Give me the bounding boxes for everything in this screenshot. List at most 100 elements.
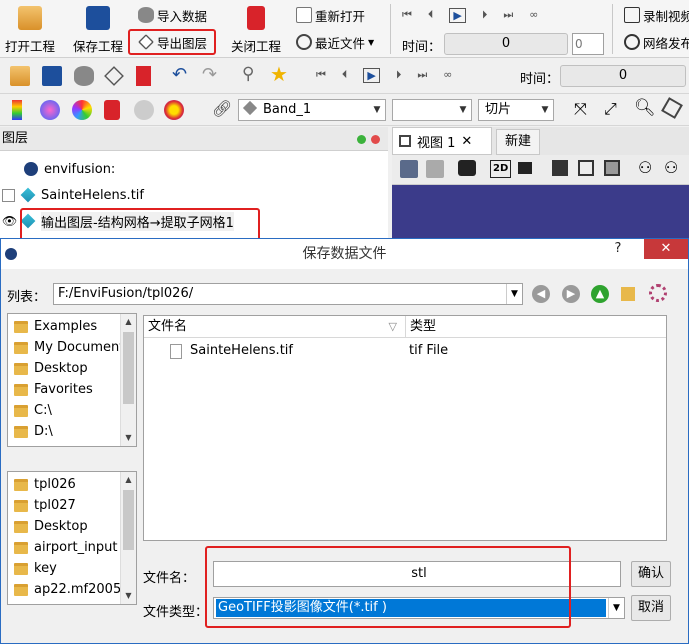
scroll-up-icon[interactable]: ▲ bbox=[121, 472, 136, 488]
group-icon[interactable]: ⚇ bbox=[664, 158, 678, 177]
record-video-button[interactable]: 录制视频 bbox=[624, 5, 689, 25]
time-index-spinbox[interactable]: 0 bbox=[572, 33, 604, 55]
new-folder-icon[interactable] bbox=[621, 287, 635, 301]
close-icon[interactable]: ✕ bbox=[461, 134, 472, 149]
col-header-filename[interactable]: 文件名 ▽ bbox=[144, 316, 406, 338]
zoom-search-icon[interactable]: 🔍︎ bbox=[634, 98, 656, 118]
zoom-extent-icon[interactable]: ⤢ bbox=[604, 99, 617, 119]
settings-gear-icon[interactable] bbox=[649, 284, 667, 302]
save-icon[interactable] bbox=[42, 66, 62, 86]
save-project-button[interactable]: 保存工程 bbox=[70, 4, 126, 55]
table-row[interactable]: SainteHelens.tif tif File bbox=[144, 340, 666, 362]
reopen-button[interactable]: 重新打开 bbox=[296, 5, 365, 25]
export-layer-icon[interactable] bbox=[104, 66, 124, 86]
undo-icon[interactable]: ↶ bbox=[172, 64, 187, 85]
tab-new[interactable]: 新建 bbox=[496, 129, 540, 155]
cube-view-icon[interactable] bbox=[661, 97, 683, 119]
cancel-button[interactable]: 取消 bbox=[631, 595, 671, 621]
float-panel-icon[interactable] bbox=[357, 135, 366, 144]
band-select[interactable]: Band_1 ▼ bbox=[238, 99, 386, 121]
color-wheel-icon[interactable] bbox=[72, 100, 92, 120]
open-project-button[interactable]: 打开工程 bbox=[2, 4, 58, 55]
list-item[interactable]: Examples bbox=[14, 316, 97, 337]
list-item[interactable]: tpl026 bbox=[14, 474, 76, 495]
last-frame-icon[interactable]: ⏭ bbox=[503, 8, 513, 23]
list-item[interactable]: tpl027 bbox=[14, 495, 76, 516]
close-project-button[interactable]: 关闭工程 bbox=[228, 4, 284, 55]
first-frame-icon[interactable]: ⏮ bbox=[402, 8, 412, 23]
loop-icon[interactable]: ∞ bbox=[529, 8, 538, 23]
star-icon[interactable]: ★ bbox=[270, 62, 288, 86]
redo-icon[interactable]: ↷ bbox=[202, 64, 217, 85]
list-item[interactable]: My Documents bbox=[14, 337, 131, 358]
list-item[interactable]: Desktop bbox=[14, 358, 88, 379]
prev-frame-icon[interactable]: ⏴ bbox=[428, 8, 434, 23]
list-item[interactable]: Favorites bbox=[14, 379, 93, 400]
loop-icon[interactable]: ∞ bbox=[443, 68, 452, 83]
close-project-icon[interactable] bbox=[136, 66, 151, 86]
filename-input[interactable]: stl bbox=[213, 561, 621, 587]
forward-icon[interactable]: ▶ bbox=[562, 285, 580, 303]
next-frame-icon[interactable]: ⏵ bbox=[482, 8, 488, 23]
col-header-type[interactable]: 类型 bbox=[406, 316, 666, 338]
time-value-toolbar-field[interactable]: 0 bbox=[560, 65, 686, 87]
parent-dir-icon[interactable]: ▲ bbox=[591, 285, 609, 303]
scroll-down-icon[interactable]: ▼ bbox=[121, 430, 136, 446]
tab-view1[interactable]: 视图 1 ✕ bbox=[392, 127, 492, 155]
layer-item[interactable]: SainteHelens.tif bbox=[2, 183, 144, 207]
pin-icon[interactable]: ⚲ bbox=[242, 64, 254, 84]
camera-forward-icon[interactable] bbox=[426, 160, 444, 178]
eye-icon[interactable]: 👁︎ bbox=[2, 214, 17, 228]
filetype-select[interactable]: GeoTIFF投影图像文件(*.tif ) ▼ bbox=[213, 597, 625, 619]
layer-visibility-checkbox[interactable] bbox=[2, 188, 15, 202]
link-icon[interactable]: 🔗︎ bbox=[212, 99, 232, 118]
back-icon[interactable]: ◀ bbox=[532, 285, 550, 303]
play-icon[interactable]: ▶ bbox=[449, 8, 466, 23]
eye-color-icon[interactable] bbox=[164, 100, 184, 120]
2d-mode-icon[interactable]: 2D bbox=[490, 160, 512, 178]
screenshot-icon[interactable] bbox=[458, 160, 476, 176]
recent-files-button[interactable]: 最近文件 ▼ bbox=[296, 32, 374, 52]
opacity-icon[interactable] bbox=[134, 100, 154, 120]
maximize-view-icon[interactable] bbox=[604, 160, 620, 176]
split-icon[interactable] bbox=[552, 160, 568, 176]
first-frame-icon[interactable]: ⏮ bbox=[316, 68, 326, 83]
list-item[interactable]: key bbox=[14, 558, 57, 579]
list-item[interactable]: ap22.mf2005 bbox=[14, 579, 121, 600]
next-frame-icon[interactable]: ⏵ bbox=[396, 68, 402, 83]
layer-item[interactable]: envifusion: bbox=[24, 157, 115, 181]
close-panel-icon[interactable] bbox=[371, 135, 380, 144]
zoom-fit-icon[interactable]: ⤧ bbox=[574, 99, 587, 119]
prev-frame-icon[interactable]: ⏴ bbox=[342, 68, 348, 83]
network-publish-button[interactable]: 网络发布 bbox=[624, 32, 689, 52]
list-item[interactable]: C:\ bbox=[14, 400, 52, 421]
ok-button[interactable]: 确认 bbox=[631, 561, 671, 587]
open-icon[interactable] bbox=[10, 66, 30, 86]
list-item[interactable]: airport_input bbox=[14, 537, 118, 558]
list-item[interactable]: D:\ bbox=[14, 421, 53, 442]
import-data-button[interactable]: 导入数据 bbox=[138, 5, 207, 25]
path-combobox[interactable]: F:/EnviFusion/tpl026/ ▼ bbox=[53, 283, 523, 305]
camera-back-icon[interactable] bbox=[400, 160, 418, 178]
recent-dirs-scrollbar[interactable]: ▲ ▼ bbox=[120, 472, 136, 604]
close-button[interactable]: ✕ bbox=[644, 239, 688, 259]
component-select[interactable]: ▼ bbox=[392, 99, 472, 121]
scroll-thumb[interactable] bbox=[123, 490, 134, 550]
video-icon[interactable] bbox=[518, 162, 532, 174]
time-value-field[interactable]: 0 bbox=[444, 33, 568, 55]
scroll-down-icon[interactable]: ▼ bbox=[121, 588, 136, 604]
split-vertical-icon[interactable] bbox=[578, 160, 594, 176]
lock-icon[interactable] bbox=[104, 100, 120, 120]
export-layer-button[interactable]: 导出图层 bbox=[138, 32, 207, 52]
play-icon[interactable]: ▶ bbox=[363, 68, 380, 83]
palette-icon[interactable] bbox=[40, 100, 60, 120]
scroll-thumb[interactable] bbox=[123, 332, 134, 404]
last-frame-icon[interactable]: ⏭ bbox=[417, 68, 427, 83]
color-map-icon[interactable] bbox=[12, 100, 22, 120]
scroll-up-icon[interactable]: ▲ bbox=[121, 314, 136, 330]
help-button[interactable]: ? bbox=[608, 239, 628, 259]
link-views-icon[interactable]: ⚇ bbox=[638, 158, 652, 177]
import-data-icon[interactable] bbox=[74, 66, 94, 86]
list-item[interactable]: Desktop bbox=[14, 516, 88, 537]
slice-select[interactable]: 切片 ▼ bbox=[478, 99, 554, 121]
